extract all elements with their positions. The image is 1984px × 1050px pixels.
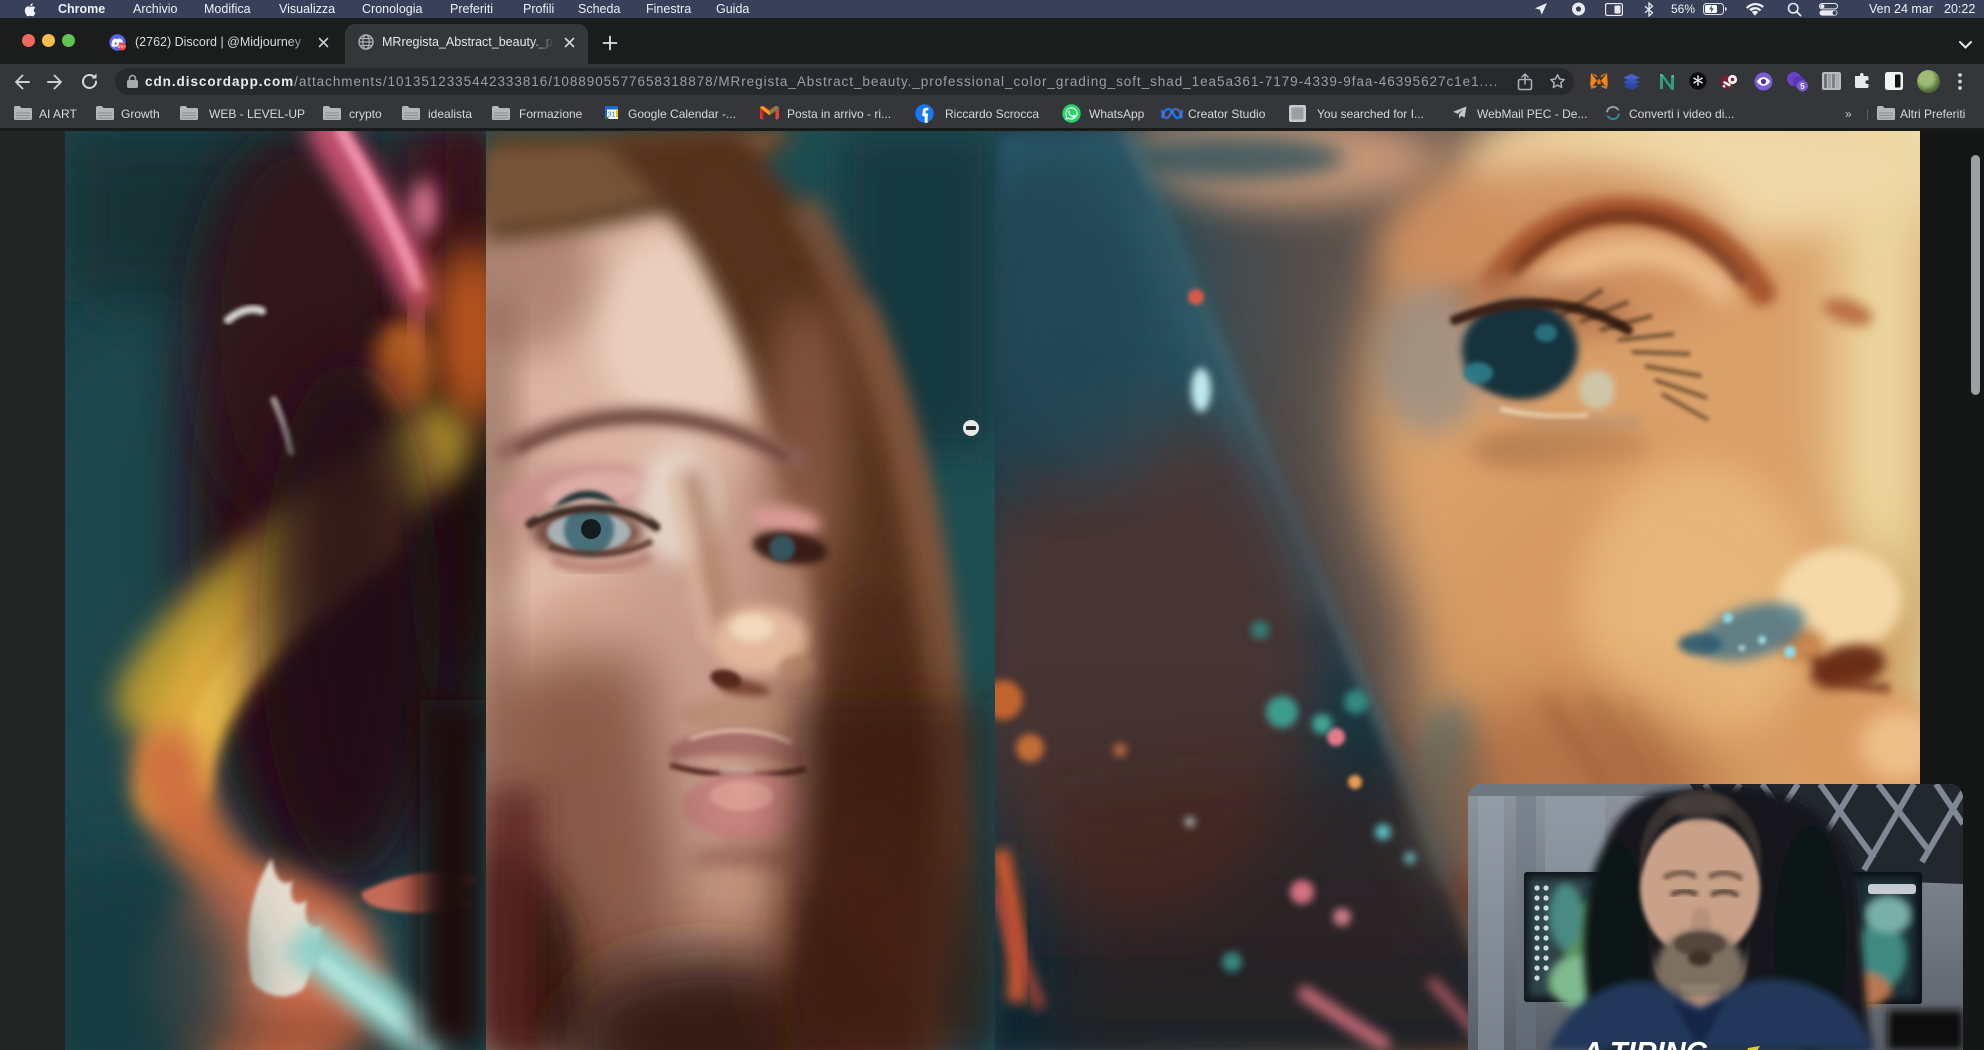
svg-text:31: 31: [608, 112, 616, 119]
svg-text:A TIRING: A TIRING: [1581, 1037, 1708, 1050]
svg-text:5: 5: [1800, 82, 1805, 91]
svg-text:29+: 29+: [118, 44, 126, 49]
